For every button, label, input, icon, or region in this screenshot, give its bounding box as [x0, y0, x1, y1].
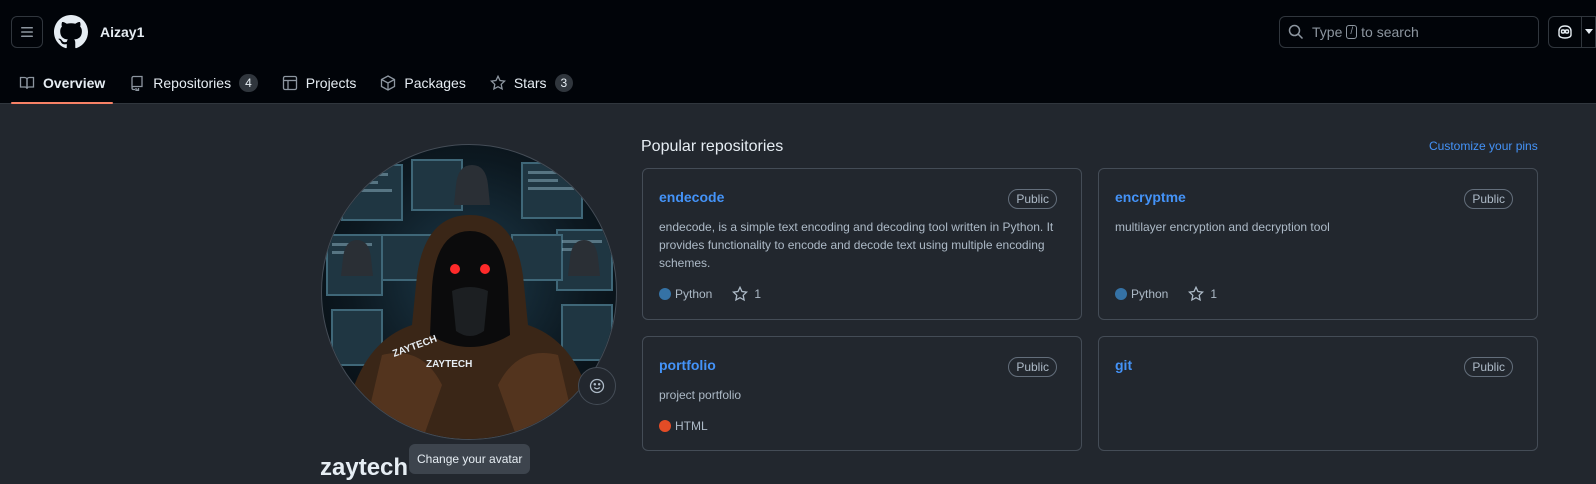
repo-star-count: 1 — [754, 287, 762, 301]
avatar[interactable]: ZAYTECH ZAYTECH — [321, 144, 617, 440]
repo-stars-link[interactable]: 1 — [1188, 286, 1217, 302]
visibility-badge: Public — [1008, 189, 1057, 209]
repo-card: endecode Public endecode, is a simple te… — [642, 168, 1082, 320]
app-header: Aizay1 Type / to search Overview Reposit… — [0, 0, 1596, 104]
avatar-tooltip: Change your avatar — [409, 444, 531, 474]
repo-meta: Python 1 — [1115, 286, 1217, 302]
repo-description: multilayer encryption and decryption too… — [1115, 220, 1330, 234]
tab-overview[interactable]: Overview — [11, 64, 114, 104]
repo-language: Python — [675, 287, 713, 301]
repo-stars-link[interactable]: 1 — [732, 286, 761, 302]
repo-meta: HTML — [659, 419, 708, 433]
tab-label: Packages — [404, 75, 466, 91]
hamburger-icon — [21, 27, 33, 37]
profile-tabs: Overview Repositories 4 Projects Package… — [11, 64, 589, 104]
profile-username[interactable]: Aizay1 — [100, 24, 144, 40]
tab-label: Stars — [513, 75, 547, 91]
search-shortcut-key: / — [1346, 25, 1358, 39]
copilot-button[interactable] — [1548, 16, 1582, 48]
profile-fullname: zaytech — [320, 454, 409, 481]
book-icon — [19, 76, 35, 89]
copilot-dropdown-button[interactable] — [1582, 16, 1596, 48]
tab-label: Projects — [305, 75, 357, 91]
language-color-dot — [1115, 288, 1127, 300]
repo-icon — [131, 75, 143, 91]
star-icon — [489, 75, 506, 91]
search-input[interactable]: Type / to search — [1279, 16, 1539, 48]
repo-name-link[interactable]: portfolio — [659, 357, 716, 373]
repo-description: endecode, is a simple text encoding and … — [659, 220, 1054, 270]
avatar-jacket-text: ZAYTECH — [426, 359, 472, 370]
tab-label: Repositories — [153, 75, 232, 91]
set-status-button[interactable] — [578, 367, 616, 405]
stars-count-badge: 3 — [554, 74, 574, 92]
tab-projects[interactable]: Projects — [274, 64, 365, 102]
repositories-count-badge: 4 — [239, 74, 258, 92]
search-suffix: to search — [1361, 24, 1419, 40]
language-color-dot — [659, 288, 671, 300]
visibility-badge: Public — [1464, 189, 1513, 209]
search-prefix: Type — [1312, 24, 1343, 40]
github-logo-icon[interactable] — [54, 15, 88, 49]
tab-stars[interactable]: Stars 3 — [482, 64, 581, 102]
repo-language: HTML — [675, 419, 708, 433]
caret-down-icon — [1584, 29, 1593, 34]
star-icon — [732, 286, 749, 302]
repo-name-link[interactable]: endecode — [659, 189, 724, 205]
star-icon — [1188, 286, 1205, 302]
repo-card: encryptme Public multilayer encryption a… — [1098, 168, 1538, 320]
repo-card: git Public — [1098, 336, 1538, 451]
visibility-badge: Public — [1008, 357, 1057, 377]
tab-packages[interactable]: Packages — [372, 64, 473, 102]
popular-repositories-heading: Popular repositories — [641, 138, 784, 155]
profile-main: ZAYTECH ZAYTECH Change your avatar zayte… — [0, 104, 1596, 484]
customize-pins-link[interactable]: Customize your pins — [1429, 139, 1538, 153]
copilot-icon — [1558, 25, 1572, 39]
search-icon — [1288, 24, 1304, 40]
language-color-dot — [659, 420, 671, 432]
menu-button[interactable] — [11, 16, 43, 48]
repo-card: portfolio Public project portfolio HTML — [642, 336, 1082, 451]
avatar-image: ZAYTECH ZAYTECH — [326, 159, 613, 439]
tab-repositories[interactable]: Repositories 4 — [121, 64, 266, 102]
visibility-badge: Public — [1464, 357, 1513, 377]
table-icon — [282, 75, 297, 91]
package-icon — [381, 75, 396, 91]
repo-star-count: 1 — [1210, 287, 1218, 301]
tab-label: Overview — [43, 75, 106, 91]
repo-language: Python — [1131, 287, 1169, 301]
repo-name-link[interactable]: git — [1115, 357, 1132, 373]
repo-name-link[interactable]: encryptme — [1115, 189, 1186, 205]
repo-description: project portfolio — [659, 388, 742, 402]
smiley-icon — [589, 378, 605, 394]
repo-meta: Python 1 — [659, 286, 761, 302]
